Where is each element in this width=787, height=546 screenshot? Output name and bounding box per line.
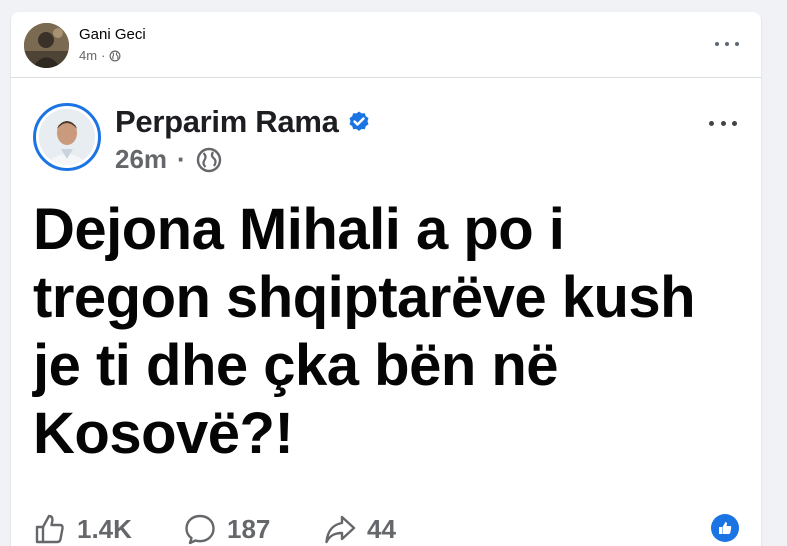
more-options-icon[interactable] (715, 34, 739, 54)
outer-author-avatar[interactable] (24, 23, 69, 68)
share-count-item: 44 (323, 512, 396, 546)
globe-icon (196, 147, 221, 172)
reactions-bar: 1.4K 187 44 (11, 500, 761, 546)
thumbs-up-icon (719, 522, 732, 534)
comment-count-item: 187 (183, 512, 270, 546)
inner-post-time: 26m (115, 144, 168, 174)
outer-post-header: Gani Geci 4m · (11, 12, 761, 78)
shared-post-screenshot: Perparim Rama 26m · Dejona Mihali a po i… (11, 78, 761, 546)
share-icon (325, 515, 356, 544)
inner-author-row: Perparim Rama (115, 104, 371, 140)
verified-badge-icon (349, 111, 369, 131)
like-icon (35, 514, 64, 544)
post-card: Gani Geci 4m · Perparim Rama 26m · Dejon… (11, 12, 761, 546)
outer-post-meta: 4m · (79, 48, 121, 63)
share-count: 44 (367, 513, 396, 544)
comment-icon (185, 514, 215, 545)
outer-post-time[interactable]: 4m (79, 48, 97, 63)
outer-author-name[interactable]: Gani Geci (79, 26, 146, 43)
meta-separator: · (101, 48, 106, 63)
inner-author-avatar (33, 103, 101, 171)
post-text: Dejona Mihali a po i tregon shqiptarëve … (33, 197, 696, 466)
inner-post-meta: 26m · (115, 144, 222, 175)
inner-author-name: Perparim Rama (115, 104, 339, 139)
globe-icon (109, 50, 121, 61)
like-count: 1.4K (77, 513, 132, 544)
like-reaction-badge[interactable] (711, 514, 739, 542)
meta-separator: · (177, 144, 186, 174)
like-count-item: 1.4K (33, 512, 132, 546)
comment-count: 187 (227, 513, 271, 544)
more-options-icon (709, 118, 737, 128)
